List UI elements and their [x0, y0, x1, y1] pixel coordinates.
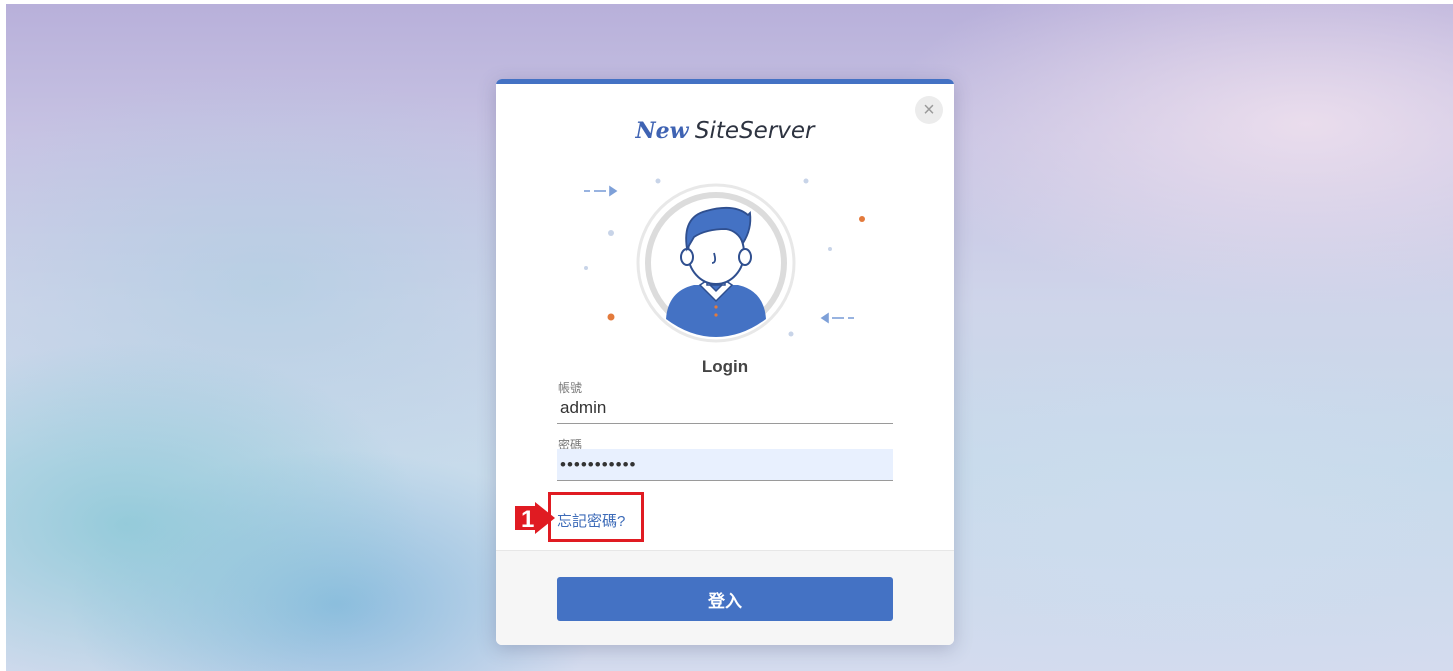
arrow-left-icon [820, 312, 854, 324]
arrow-right-icon [584, 185, 618, 197]
brand-new-text: New [635, 118, 689, 144]
dialog-footer: 登入 [496, 550, 954, 645]
dialog-accent-bar [496, 79, 954, 84]
brand-name-text: SiteServer [694, 118, 815, 144]
user-avatar-illustration [584, 178, 865, 343]
login-dialog: × New SiteServer Login 帳號 admin 密碼 •••••… [496, 79, 954, 645]
annotation-highlight-box [548, 492, 644, 542]
annotation-number: 1 [521, 506, 534, 533]
annotation-marker: 1 [515, 502, 555, 534]
login-button[interactable]: 登入 [557, 577, 893, 621]
login-heading: Login [701, 357, 749, 376]
password-input[interactable] [557, 449, 893, 481]
username-input[interactable] [557, 392, 893, 424]
brand-logo: New SiteServer [496, 117, 954, 144]
